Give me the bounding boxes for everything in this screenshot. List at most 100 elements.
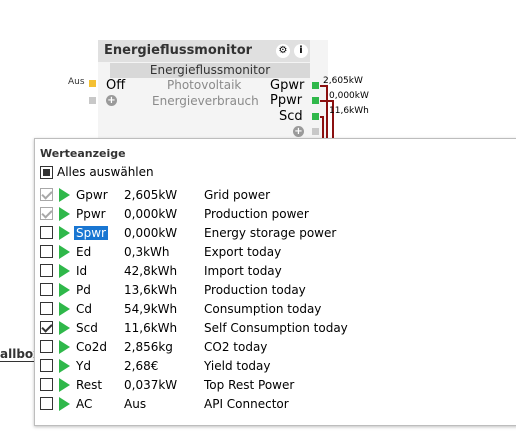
row-description: Yield today <box>204 358 271 373</box>
select-all-option[interactable]: Alles auswählen <box>40 165 154 179</box>
select-all-checkbox[interactable] <box>40 165 53 179</box>
gear-icon[interactable]: ⚙ <box>276 44 290 58</box>
play-arrow-icon <box>59 396 70 411</box>
play-arrow-icon <box>59 377 70 392</box>
output-scd: Scd <box>279 109 303 124</box>
play-arrow-icon <box>59 206 70 221</box>
row-description: CO2 today <box>204 339 268 354</box>
value-row-spwr[interactable]: Spwr 0,000kW Energy storage power <box>40 223 510 242</box>
row-code: Scd <box>76 320 98 335</box>
row-description: Energy storage power <box>204 225 337 240</box>
node-subtitle: Energieflussmonitor <box>110 63 310 78</box>
play-arrow-icon <box>59 187 70 202</box>
row-value: 2,68€ <box>124 358 159 373</box>
add-output-icon[interactable]: + <box>293 126 304 137</box>
row-checkbox[interactable] <box>40 245 53 258</box>
row-value: 13,6kWh <box>124 282 178 297</box>
row-checkbox[interactable] <box>40 264 53 277</box>
row-code: Yd <box>76 358 91 373</box>
value-row-cd[interactable]: Cd 54,9kWh Consumption today <box>40 299 510 318</box>
add-input-icon[interactable]: + <box>106 95 117 106</box>
output-ppwr: Ppwr <box>270 93 303 108</box>
row-checkbox[interactable] <box>40 397 53 410</box>
row-description: Production power <box>204 206 309 221</box>
input-side-label: Aus <box>68 77 85 87</box>
row-checkbox[interactable] <box>40 283 53 296</box>
value-row-id[interactable]: Id 42,8kWh Import today <box>40 261 510 280</box>
play-arrow-icon <box>59 339 70 354</box>
row-code: Cd <box>76 301 92 316</box>
wire-line <box>322 116 324 138</box>
wire-value-scd: 11,6kWh <box>329 106 369 116</box>
row-value: 2,856kg <box>124 339 173 354</box>
row-description: Consumption today <box>204 301 322 316</box>
value-row-ac[interactable]: AC Aus API Connector <box>40 394 510 413</box>
row-checkbox[interactable] <box>40 302 53 315</box>
row-checkbox[interactable] <box>40 340 53 353</box>
wire-value-ppwr: 0,000kW <box>329 91 369 101</box>
input-port-photovoltaik[interactable] <box>89 80 96 87</box>
row-checkbox[interactable] <box>40 321 53 334</box>
play-arrow-icon <box>59 244 70 259</box>
play-arrow-icon <box>59 263 70 278</box>
node-title: Energieflussmonitor <box>104 43 253 58</box>
row-checkbox[interactable] <box>40 188 53 201</box>
value-row-gpwr[interactable]: Gpwr 2,605kW Grid power <box>40 185 510 204</box>
row-value: 2,605kW <box>124 187 178 202</box>
output-port-ppwr[interactable] <box>312 97 319 104</box>
row-description: Top Rest Power <box>204 377 295 392</box>
row-code: Pd <box>76 282 91 297</box>
row-description: Self Consumption today <box>204 320 348 335</box>
value-row-ppwr[interactable]: Ppwr 0,000kW Production power <box>40 204 510 223</box>
info-icon[interactable]: i <box>294 44 308 58</box>
row-code: Gpwr <box>76 187 108 202</box>
row-code: Co2d <box>76 339 107 354</box>
value-row-co2d[interactable]: Co2d 2,856kg CO2 today <box>40 337 510 356</box>
select-all-label: Alles auswählen <box>57 165 154 179</box>
output-port-scd[interactable] <box>312 113 319 120</box>
row-code: AC <box>76 396 93 411</box>
row-code: Ed <box>76 244 92 259</box>
wire-value-gpwr: 2,605kW <box>323 76 363 86</box>
play-arrow-icon <box>59 358 70 373</box>
value-row-scd[interactable]: Scd 11,6kWh Self Consumption today <box>40 318 510 337</box>
play-arrow-icon <box>59 301 70 316</box>
output-gpwr: Gpwr <box>270 78 305 93</box>
input-label-photovoltaik: Photovoltaik <box>167 78 242 92</box>
row-code: Ppwr <box>76 206 106 221</box>
row-value: Aus <box>124 396 147 411</box>
wire-line <box>326 85 328 138</box>
row-description: Export today <box>204 244 282 259</box>
row-description: API Connector <box>204 396 289 411</box>
row-code: Id <box>76 263 88 278</box>
value-row-rest[interactable]: Rest 0,037kW Top Rest Power <box>40 375 510 394</box>
row-value: 0,3kWh <box>124 244 170 259</box>
row-value: 0,037kW <box>124 377 178 392</box>
play-arrow-icon <box>59 282 70 297</box>
play-arrow-icon <box>59 320 70 335</box>
row-code: Spwr <box>74 225 108 240</box>
row-value: 0,000kW <box>124 206 178 221</box>
row-code: Rest <box>76 377 103 392</box>
input-port-energieverbrauch[interactable] <box>89 97 96 104</box>
value-row-ed[interactable]: Ed 0,3kWh Export today <box>40 242 510 261</box>
popup-title: Werteanzeige <box>40 147 126 160</box>
output-port-extra[interactable] <box>312 128 319 135</box>
output-port-gpwr[interactable] <box>312 82 319 89</box>
row-checkbox[interactable] <box>40 378 53 391</box>
row-checkbox[interactable] <box>40 207 53 220</box>
row-description: Grid power <box>204 187 271 202</box>
row-description: Import today <box>204 263 282 278</box>
value-row-yd[interactable]: Yd 2,68€ Yield today <box>40 356 510 375</box>
row-value: 0,000kW <box>124 225 178 240</box>
input-label-energieverbrauch: Energieverbrauch <box>152 94 259 108</box>
row-value: 54,9kWh <box>124 301 178 316</box>
input-value: Off <box>106 78 126 93</box>
value-row-pd[interactable]: Pd 13,6kWh Production today <box>40 280 510 299</box>
play-arrow-icon <box>59 225 70 240</box>
row-checkbox[interactable] <box>40 359 53 372</box>
row-value: 11,6kWh <box>124 320 178 335</box>
row-value: 42,8kWh <box>124 263 178 278</box>
row-checkbox[interactable] <box>40 226 53 239</box>
row-description: Production today <box>204 282 306 297</box>
